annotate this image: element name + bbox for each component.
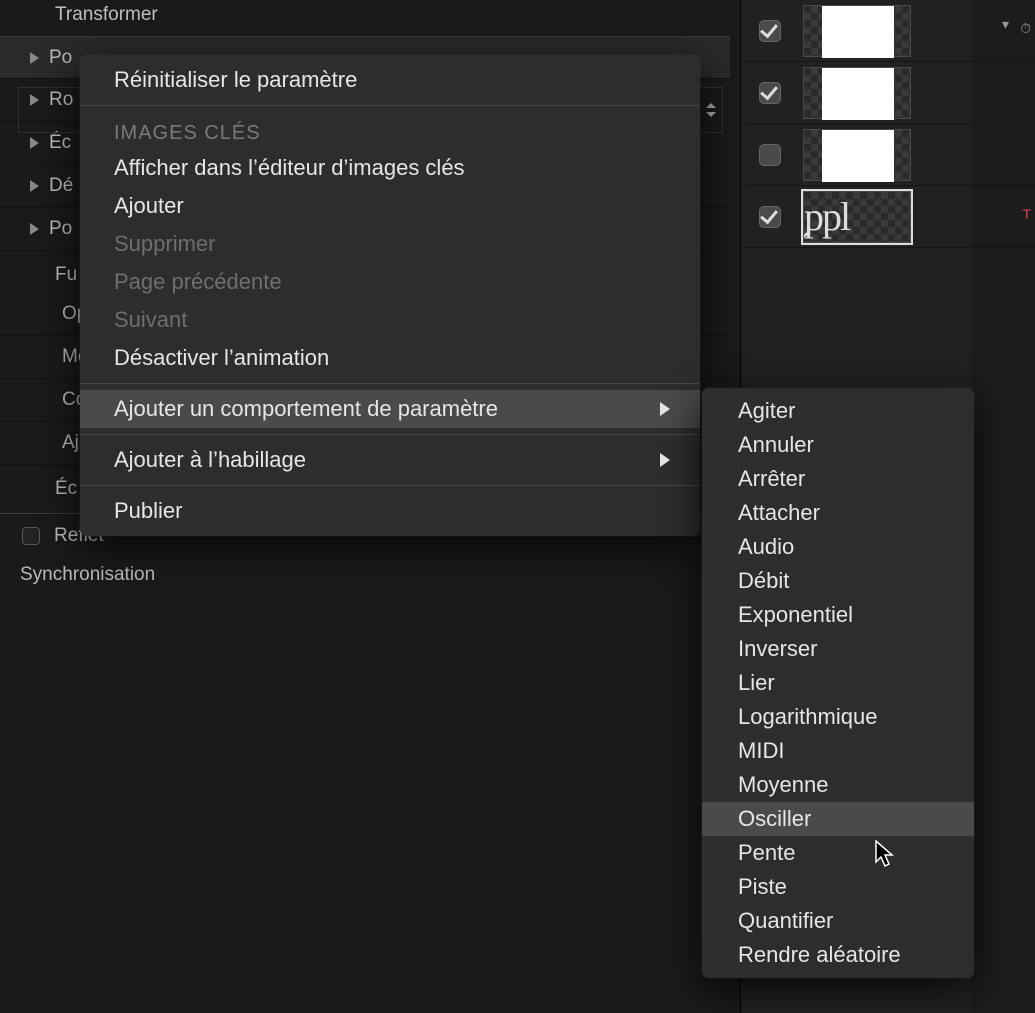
layer-thumbnail[interactable] <box>803 5 911 57</box>
submenu-label: Agiter <box>738 398 795 423</box>
layer-visibility-checkbox[interactable] <box>759 82 781 104</box>
submenu-item-randomize[interactable]: Rendre aléatoire <box>702 938 974 972</box>
param-label: Po <box>49 218 72 240</box>
submenu-arrow-icon <box>660 453 670 467</box>
stopwatch-icon[interactable]: ⏱ <box>1020 20 1031 37</box>
submenu-label: Débit <box>738 568 789 593</box>
menu-label: Afficher dans l’éditeur d’images clés <box>114 155 465 181</box>
submenu-label: Logarithmique <box>738 704 877 729</box>
submenu-item-exponential[interactable]: Exponentiel <box>702 598 974 632</box>
submenu-label: Audio <box>738 534 794 559</box>
submenu-item-reverse[interactable]: Inverser <box>702 632 974 666</box>
submenu-label: Inverser <box>738 636 817 661</box>
param-label: Synchronisation <box>20 564 155 586</box>
menu-label: Supprimer <box>114 231 215 257</box>
menu-disable-animation[interactable]: Désactiver l’animation <box>80 339 700 377</box>
menu-separator <box>80 485 700 486</box>
submenu-label: Attacher <box>738 500 820 525</box>
layer-row[interactable] <box>741 124 1035 186</box>
layer-row[interactable]: ̗ppl T <box>741 186 1035 248</box>
param-label: Po <box>49 47 72 69</box>
param-label: Dé <box>49 175 73 197</box>
menu-separator <box>80 434 700 435</box>
menu-delete-keyframe: Supprimer <box>80 225 700 263</box>
menu-next-keyframe: Suivant <box>80 301 700 339</box>
menu-label: Réinitialiser le paramètre <box>114 67 357 93</box>
menu-reset-parameter[interactable]: Réinitialiser le paramètre <box>80 61 700 99</box>
submenu-label: Annuler <box>738 432 814 457</box>
submenu-item-track[interactable]: Piste <box>702 870 974 904</box>
submenu-label: Moyenne <box>738 772 829 797</box>
submenu-item-negate[interactable]: Annuler <box>702 428 974 462</box>
menu-label: Ajouter <box>114 193 184 219</box>
menu-label: Suivant <box>114 307 187 333</box>
submenu-label: MIDI <box>738 738 784 763</box>
disclosure-triangle-icon <box>30 223 39 235</box>
submenu-label: Lier <box>738 670 775 695</box>
menu-label: Ajouter un comportement de paramètre <box>114 396 498 422</box>
text-icon[interactable]: T <box>1022 206 1031 222</box>
disclosure-triangle-icon <box>30 137 39 149</box>
menu-add-parameter-behavior[interactable]: Ajouter un comportement de paramètre <box>80 390 700 428</box>
param-timing: Synchronisation <box>0 557 730 593</box>
param-label: Éc <box>55 478 77 500</box>
menu-add-keyframe[interactable]: Ajouter <box>80 187 700 225</box>
layer-thumbnail[interactable] <box>803 67 911 119</box>
menu-prev-keyframe: Page précédente <box>80 263 700 301</box>
submenu-item-wiggle[interactable]: Agiter <box>702 394 974 428</box>
submenu-label: Rendre aléatoire <box>738 942 901 967</box>
submenu-label: Pente <box>738 840 796 865</box>
submenu-item-midi[interactable]: MIDI <box>702 734 974 768</box>
disclosure-triangle-icon <box>30 94 39 106</box>
submenu-label: Exponentiel <box>738 602 853 627</box>
reflet-checkbox[interactable] <box>22 527 40 545</box>
submenu-label: Arrêter <box>738 466 805 491</box>
submenu-item-quantize[interactable]: Quantifier <box>702 904 974 938</box>
chevron-down-icon[interactable]: ▾ <box>1002 16 1009 33</box>
menu-show-in-keyframe-editor[interactable]: Afficher dans l’éditeur d’images clés <box>80 149 700 187</box>
behavior-submenu: Agiter Annuler Arrêter Attacher Audio Dé… <box>702 388 974 978</box>
layer-visibility-checkbox[interactable] <box>759 206 781 228</box>
submenu-item-rate[interactable]: Débit <box>702 564 974 598</box>
subsection-label: Fu <box>55 264 77 286</box>
menu-add-to-rig[interactable]: Ajouter à l’habillage <box>80 441 700 479</box>
layer-thumbnail-text[interactable]: ̗ppl <box>803 191 911 243</box>
submenu-item-link[interactable]: Lier <box>702 666 974 700</box>
submenu-label: Piste <box>738 874 787 899</box>
submenu-arrow-icon <box>660 402 670 416</box>
menu-label: Ajouter à l’habillage <box>114 447 306 473</box>
section-title-transformer: Transformer <box>0 0 730 36</box>
menu-separator <box>80 105 700 106</box>
layer-row[interactable]: ▾ ⏱ <box>741 0 1035 62</box>
disclosure-triangle-icon <box>30 180 39 192</box>
menu-separator <box>80 383 700 384</box>
layer-visibility-checkbox[interactable] <box>759 144 781 166</box>
submenu-item-stop[interactable]: Arrêter <box>702 462 974 496</box>
menu-label: Page précédente <box>114 269 282 295</box>
layer-visibility-checkbox[interactable] <box>759 20 781 42</box>
submenu-item-average[interactable]: Moyenne <box>702 768 974 802</box>
submenu-item-ramp[interactable]: Pente <box>702 836 974 870</box>
layer-thumbnail[interactable] <box>803 129 911 181</box>
menu-label: Publier <box>114 498 182 524</box>
param-label: Éc <box>49 132 71 154</box>
menu-publish[interactable]: Publier <box>80 492 700 530</box>
thumb-text: ̗ppl <box>806 193 849 240</box>
parameter-context-menu: Réinitialiser le paramètre IMAGES CLÉS A… <box>80 55 700 536</box>
submenu-label: Quantifier <box>738 908 833 933</box>
param-label: Aj <box>62 432 79 454</box>
menu-section-keyframes: IMAGES CLÉS <box>80 112 700 149</box>
submenu-label: Osciller <box>738 806 811 831</box>
submenu-item-logarithmic[interactable]: Logarithmique <box>702 700 974 734</box>
layer-row[interactable] <box>741 62 1035 124</box>
disclosure-triangle-icon <box>30 52 39 64</box>
submenu-item-oscillate[interactable]: Osciller <box>702 802 974 836</box>
menu-label: Désactiver l’animation <box>114 345 329 371</box>
submenu-item-clamp[interactable]: Attacher <box>702 496 974 530</box>
param-label: Ro <box>49 89 73 111</box>
submenu-item-audio[interactable]: Audio <box>702 530 974 564</box>
